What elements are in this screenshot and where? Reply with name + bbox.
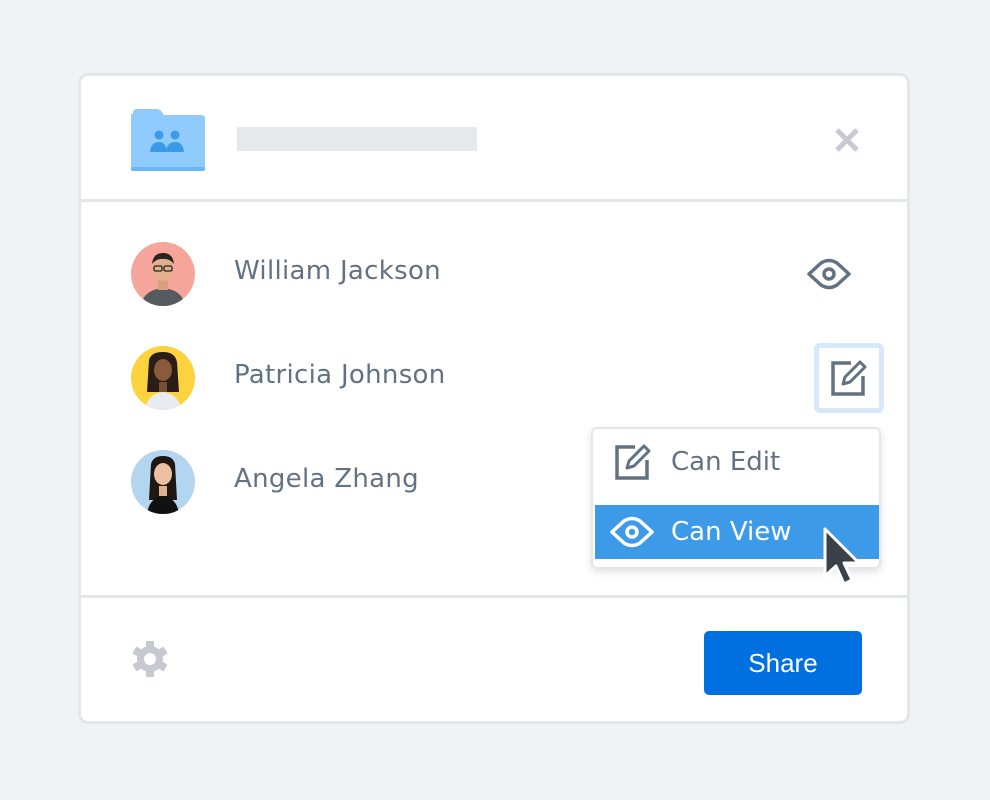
edit-icon	[615, 444, 651, 480]
permission-button[interactable]	[794, 239, 864, 309]
share-dialog: William Jackson Patricia Johnson Angela …	[78, 73, 910, 724]
avatar	[131, 242, 195, 306]
share-button[interactable]: Share	[704, 631, 862, 695]
member-row: Patricia Johnson	[131, 343, 884, 413]
mouse-cursor-icon	[823, 527, 861, 586]
dialog-footer: Share	[81, 598, 907, 721]
menu-item-can-edit[interactable]: Can Edit	[593, 435, 879, 489]
eye-icon	[610, 516, 654, 548]
avatar	[131, 450, 195, 514]
folder-name-placeholder	[237, 127, 477, 151]
gear-icon[interactable]	[131, 640, 169, 678]
dialog-header	[81, 76, 907, 202]
menu-item-label: Can View	[671, 517, 792, 547]
permission-button[interactable]	[814, 343, 884, 413]
avatar	[131, 346, 195, 410]
member-row: William Jackson	[131, 242, 871, 306]
eye-icon	[807, 258, 851, 290]
member-name: Patricia Johnson	[234, 360, 446, 390]
member-name: Angela Zhang	[234, 464, 419, 494]
close-icon[interactable]	[833, 126, 861, 154]
menu-item-label: Can Edit	[671, 447, 781, 477]
member-name: William Jackson	[234, 256, 441, 286]
edit-icon	[831, 360, 867, 396]
shared-folder-icon	[131, 109, 205, 171]
